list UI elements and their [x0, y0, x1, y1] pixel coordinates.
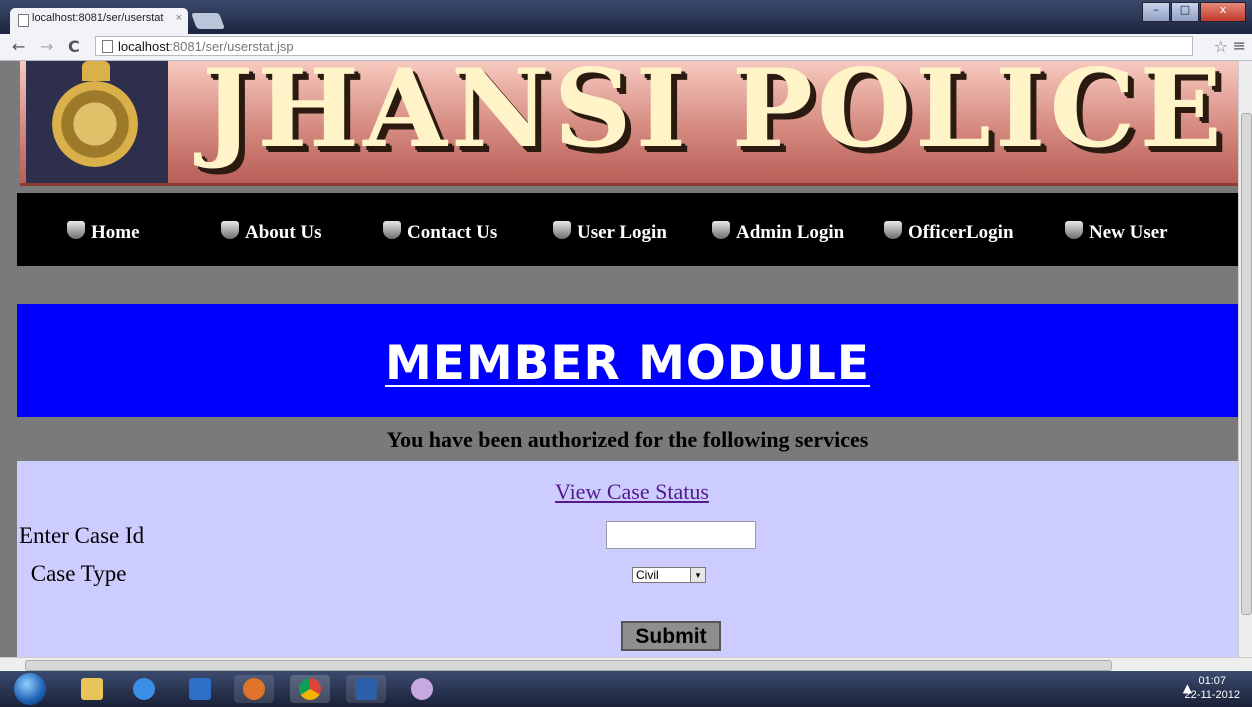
url-host: localhost: [118, 39, 170, 54]
clock-date: 22-11-2012: [1184, 689, 1240, 701]
nav-item-about-us[interactable]: About Us: [221, 221, 322, 244]
maximize-button[interactable]: □: [1171, 2, 1199, 22]
menu-icon[interactable]: ≡: [1233, 36, 1246, 55]
window-controls: – □ x: [1141, 2, 1246, 22]
nav-item-new-user[interactable]: New User: [1065, 221, 1168, 244]
horizontal-scrollbar-thumb[interactable]: [25, 660, 1112, 671]
nav-item-label: User Login: [577, 222, 667, 243]
case-type-label: Case Type: [25, 561, 127, 586]
module-title: MEMBER MODULE: [384, 336, 871, 391]
minimize-button[interactable]: –: [1142, 2, 1170, 22]
close-button[interactable]: x: [1200, 2, 1246, 22]
browser-tab[interactable]: localhost:8081/ser/userstat ×: [10, 8, 188, 34]
main-nav: Home About Us Contact Us User Login Admi…: [17, 193, 1238, 266]
taskbar: ▲ 01:07 22-11-2012: [0, 671, 1252, 707]
view-case-status-link[interactable]: View Case Status: [555, 479, 709, 505]
case-type-select[interactable]: Civil ▾: [632, 567, 706, 583]
case-id-label: Enter Case Id: [19, 523, 145, 548]
authorized-message: You have been authorized for the followi…: [386, 427, 869, 452]
horizontal-scrollbar[interactable]: [0, 657, 1252, 672]
case-type-selected-value: Civil: [636, 568, 659, 582]
nav-item-home[interactable]: Home: [67, 221, 140, 244]
nav-item-admin-login[interactable]: Admin Login: [712, 221, 844, 244]
nav-item-label: Home: [91, 222, 140, 243]
emblem-crown: [82, 61, 110, 81]
badge-icon: [67, 221, 85, 239]
emblem-badge: [52, 81, 138, 167]
window-title-bar: localhost:8081/ser/userstat × – □ x: [0, 0, 1252, 34]
nav-item-label: About Us: [245, 222, 322, 243]
badge-icon: [712, 221, 730, 239]
system-clock[interactable]: 01:07 22-11-2012: [1185, 674, 1240, 702]
reload-icon[interactable]: C: [68, 37, 80, 56]
case-status-form: View Case Status Enter Case Id Case Type…: [17, 461, 1238, 657]
internet-explorer-taskbar-icon[interactable]: [124, 675, 164, 703]
explorer-taskbar-icon[interactable]: [72, 675, 112, 703]
back-icon[interactable]: ←: [12, 37, 25, 56]
app-taskbar-icon[interactable]: [346, 675, 386, 703]
bookmark-star-icon[interactable]: ☆: [1214, 37, 1228, 56]
nav-item-officer-login[interactable]: OfficerLogin: [884, 221, 1014, 244]
page-icon: [18, 14, 29, 27]
police-emblem-logo: [26, 61, 168, 183]
header-banner: JHANSI POLICE: [20, 61, 1238, 186]
nav-item-label: New User: [1089, 222, 1168, 243]
browser-toolbar: ← → C localhost:8081/ser/userstat.jsp ☆ …: [0, 34, 1252, 61]
page-viewport: JHANSI POLICE Home About Us Contact Us U…: [0, 61, 1238, 657]
badge-icon: [553, 221, 571, 239]
badge-icon: [1065, 221, 1083, 239]
banner-title: JHANSI POLICE: [202, 61, 1226, 172]
vertical-scrollbar[interactable]: [1238, 61, 1252, 657]
tab-title: localhost:8081/ser/userstat: [32, 12, 164, 24]
submit-button[interactable]: Submit: [621, 621, 721, 651]
nav-item-label: OfficerLogin: [908, 222, 1014, 243]
start-button[interactable]: [14, 673, 46, 705]
url-path: :8081/ser/userstat.jsp: [169, 39, 294, 54]
nav-item-user-login[interactable]: User Login: [553, 221, 667, 244]
nav-item-label: Admin Login: [736, 222, 845, 243]
paint-taskbar-icon[interactable]: [402, 675, 442, 703]
vertical-scrollbar-thumb[interactable]: [1241, 113, 1252, 615]
badge-icon: [383, 221, 401, 239]
nav-item-contact-us[interactable]: Contact Us: [383, 221, 497, 244]
page-icon: [102, 40, 113, 53]
badge-icon: [884, 221, 902, 239]
new-tab-button[interactable]: [191, 13, 225, 29]
module-banner: MEMBER MODULE: [17, 304, 1238, 417]
forward-icon[interactable]: →: [40, 37, 53, 56]
tab-close-icon[interactable]: ×: [176, 12, 182, 24]
case-id-input[interactable]: [606, 521, 756, 549]
address-bar[interactable]: localhost:8081/ser/userstat.jsp: [95, 36, 1193, 56]
dropdown-arrow-icon: ▾: [690, 568, 705, 582]
chrome-taskbar-icon[interactable]: [290, 675, 330, 703]
firefox-taskbar-icon[interactable]: [234, 675, 274, 703]
media-player-taskbar-icon[interactable]: [180, 675, 220, 703]
nav-item-label: Contact Us: [407, 222, 498, 243]
clock-time: 01:07: [1198, 675, 1227, 687]
badge-icon: [221, 221, 239, 239]
